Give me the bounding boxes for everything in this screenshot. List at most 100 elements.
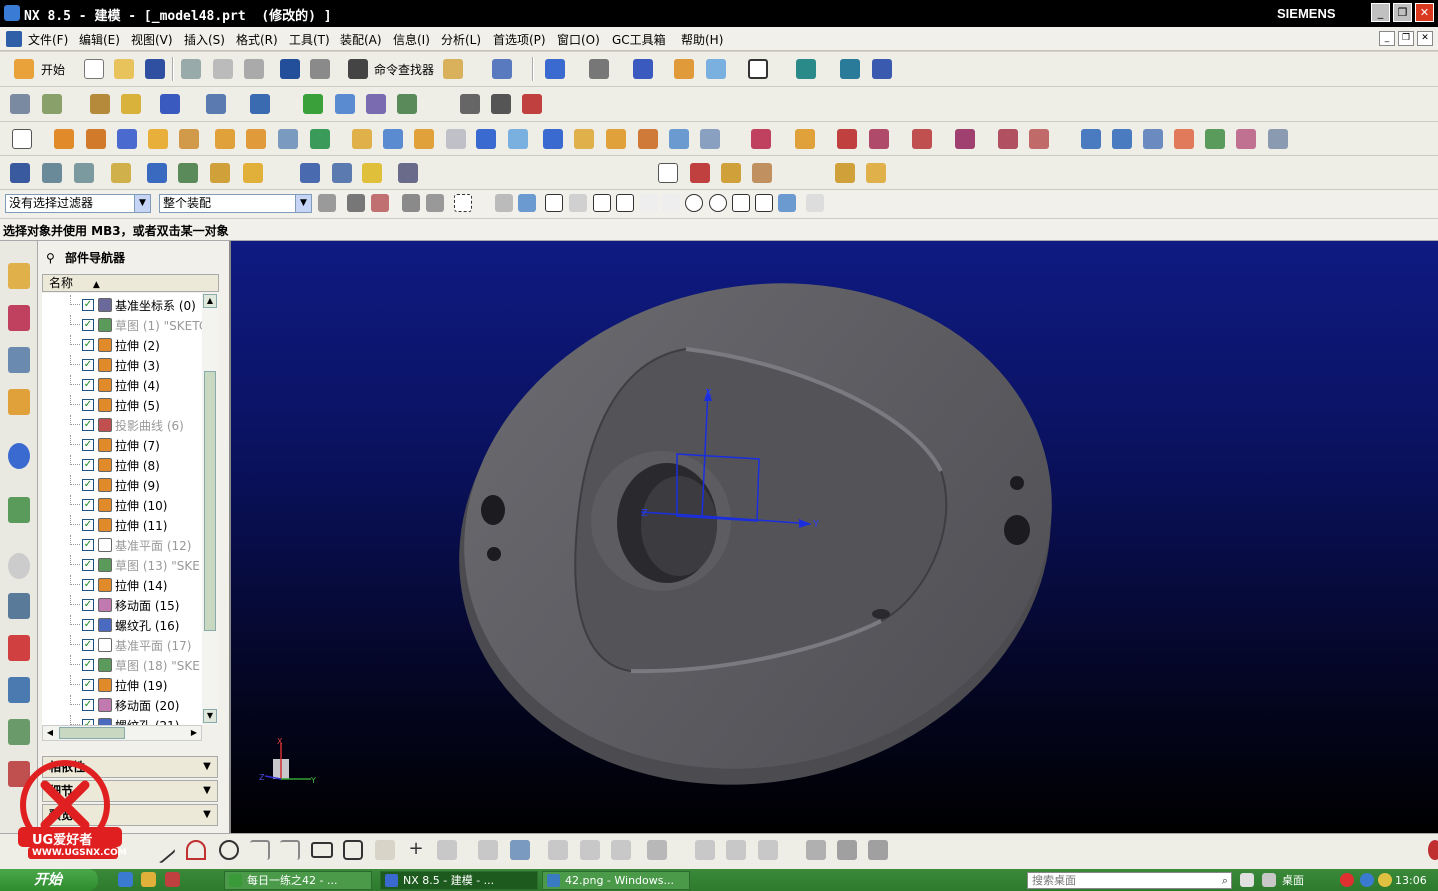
feature-tree-row[interactable]: ✓ 螺纹孔 (16) — [42, 615, 202, 635]
pull-face-icon[interactable] — [795, 129, 815, 149]
mirror-body-icon[interactable] — [700, 129, 720, 149]
roles-icon[interactable] — [8, 719, 30, 745]
move-to-layer-icon[interactable] — [42, 94, 62, 114]
visibility-checkbox[interactable]: ✓ — [82, 299, 94, 311]
mounting-hole-right-large[interactable] — [1004, 515, 1030, 545]
feature-order-icon[interactable] — [74, 163, 94, 183]
doc-close-button[interactable]: ✕ — [1417, 31, 1433, 46]
feature-tree-row[interactable]: ✓ 拉伸 (10) — [42, 495, 202, 515]
visibility-checkbox[interactable]: ✓ — [82, 419, 94, 431]
feature-tree-row[interactable]: ✓ 拉伸 (4) — [42, 375, 202, 395]
snap-existing-point-icon[interactable] — [732, 194, 750, 212]
rectangle-icon[interactable] — [311, 842, 333, 858]
check-geometry-icon[interactable] — [303, 94, 323, 114]
snap-end-point-icon[interactable] — [593, 194, 611, 212]
feature-tree-row[interactable]: ✓ 拉伸 (19) — [42, 675, 202, 695]
pen-icon[interactable] — [332, 163, 352, 183]
studio-spline-icon[interactable] — [375, 840, 395, 860]
assembly-navigator-icon[interactable] — [8, 263, 30, 289]
save-icon[interactable] — [145, 59, 165, 79]
chamfer-curve-icon[interactable] — [280, 840, 300, 860]
feature-tree-row[interactable]: ✓ 拉伸 (9) — [42, 475, 202, 495]
visibility-checkbox[interactable]: ✓ — [82, 619, 94, 631]
expression-icon[interactable] — [366, 94, 386, 114]
arc-icon[interactable] — [186, 840, 206, 860]
toolbar-overflow-icon[interactable] — [1428, 840, 1438, 860]
show-constraints-icon[interactable] — [868, 840, 888, 860]
select-hidden-icon[interactable] — [495, 194, 513, 212]
cross-section-icon[interactable] — [1029, 129, 1049, 149]
chevron-down-icon[interactable]: ▼ — [199, 759, 215, 775]
os-start-button[interactable]: 开始 — [0, 869, 98, 891]
desktop-search-input[interactable]: 搜索桌面 ⌕ — [1027, 872, 1232, 889]
patch-icon[interactable] — [638, 129, 658, 149]
snap-grid-icon[interactable] — [569, 194, 587, 212]
visibility-checkbox[interactable]: ✓ — [82, 439, 94, 451]
close-button[interactable]: ✕ — [1415, 3, 1434, 22]
measure-length-icon[interactable] — [250, 94, 270, 114]
trim-body-icon[interactable] — [508, 129, 528, 149]
extrude-icon[interactable] — [54, 129, 74, 149]
undo-icon[interactable] — [280, 59, 300, 79]
offset-face-icon[interactable] — [543, 129, 563, 149]
assembly-constraint-icon[interactable] — [866, 163, 886, 183]
offset-curve-icon[interactable] — [437, 840, 457, 860]
fillet-icon[interactable] — [250, 840, 270, 860]
snap-enable-icon[interactable] — [545, 194, 563, 212]
visualization-icon[interactable] — [8, 635, 30, 661]
visibility-checkbox[interactable]: ✓ — [82, 639, 94, 651]
edit-section-icon[interactable] — [796, 59, 816, 79]
feature-tree-row[interactable]: ✓ 基准坐标系 (0) — [42, 295, 202, 315]
rectangle-select-icon[interactable] — [454, 194, 472, 212]
block-icon[interactable] — [117, 129, 137, 149]
feature-tree-row[interactable]: ✓ 草图 (1) "SKETC — [42, 315, 202, 335]
line-icon[interactable] — [147, 835, 177, 865]
feature-tree-row[interactable]: ✓ 拉伸 (14) — [42, 575, 202, 595]
face-analysis-icon[interactable] — [491, 94, 511, 114]
derived-lines-icon[interactable] — [647, 840, 667, 860]
doc-minimize-button[interactable]: _ — [1379, 31, 1395, 46]
boss-icon[interactable] — [215, 129, 235, 149]
mesh-surface-icon[interactable] — [1112, 129, 1132, 149]
app-menu-icon[interactable] — [6, 31, 22, 47]
taskbar-item-image-viewer[interactable]: 42.png - Windows... — [542, 871, 690, 890]
visibility-checkbox[interactable]: ✓ — [82, 359, 94, 371]
body-selection-icon[interactable] — [426, 194, 444, 212]
replace-face-icon[interactable] — [869, 129, 889, 149]
tray-options-icon[interactable] — [1240, 873, 1254, 887]
delete-face-icon[interactable] — [837, 129, 857, 149]
taskbar-item-nx[interactable]: NX 8.5 - 建模 - ... — [380, 871, 538, 890]
orient-view-icon[interactable] — [633, 59, 653, 79]
menu-file[interactable]: 文件(F) — [28, 31, 68, 48]
snap-intersection-icon[interactable] — [662, 194, 680, 212]
offset-region-icon[interactable] — [955, 129, 975, 149]
snap-point-icon[interactable] — [90, 94, 110, 114]
visibility-checkbox[interactable]: ✓ — [82, 499, 94, 511]
type-filter-dropdown[interactable]: 没有选择过滤器 ▼ — [5, 194, 151, 213]
hole-icon[interactable] — [179, 129, 199, 149]
feature-table-icon[interactable] — [335, 94, 355, 114]
binoculars-icon[interactable] — [348, 59, 368, 79]
graph-icon[interactable] — [522, 94, 542, 114]
sew-icon[interactable] — [606, 129, 626, 149]
intersection-curve-icon[interactable] — [758, 840, 778, 860]
feature-playback-icon[interactable] — [42, 163, 62, 183]
wcs-orient-icon[interactable] — [872, 59, 892, 79]
tray-status-icon[interactable] — [1360, 873, 1374, 887]
scale-body-icon[interactable] — [574, 129, 594, 149]
circle-icon[interactable] — [219, 840, 239, 860]
sketch-icon[interactable] — [12, 129, 32, 149]
edit-feature-icon[interactable] — [10, 163, 30, 183]
graphics-window[interactable]: X Y Z X Y Z — [231, 241, 1438, 833]
measure-distance-icon[interactable] — [206, 94, 226, 114]
quicklaunch-ie-icon[interactable] — [118, 872, 133, 887]
system-materials-icon[interactable] — [8, 593, 30, 619]
tray-network-icon[interactable] — [1262, 873, 1276, 887]
studio-surface-icon[interactable] — [1236, 129, 1256, 149]
feature-tree-row[interactable]: ✓ 草图 (18) "SKE — [42, 655, 202, 675]
threaded-hole[interactable] — [872, 609, 890, 619]
snap-arc-center-icon[interactable] — [685, 194, 703, 212]
project-curve-icon[interactable] — [726, 840, 746, 860]
n-sided-surface-icon[interactable] — [1174, 129, 1194, 149]
datum-axis-icon[interactable] — [397, 94, 417, 114]
